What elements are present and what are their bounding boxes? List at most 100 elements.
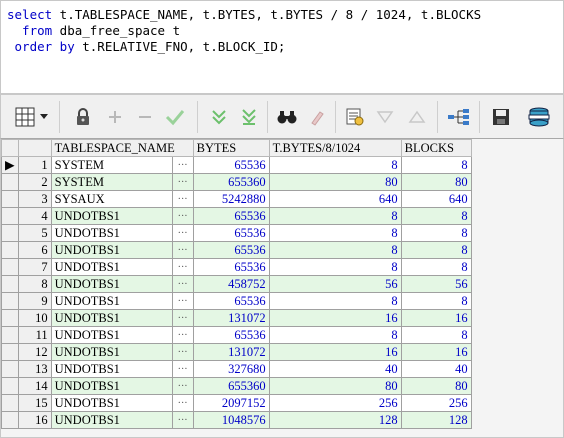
cell-editor-ellipsis[interactable]: ··· [171,309,194,327]
column-header-blocks[interactable]: BLOCKS [400,139,472,157]
grid-view-button[interactable] [11,103,39,131]
previous-record-button[interactable] [403,103,431,131]
cell-kb[interactable]: 16 [268,309,402,327]
cell-blocks[interactable]: 256 [400,394,472,412]
cell-bytes[interactable]: 131072 [192,309,270,327]
cell-kb[interactable]: 640 [268,190,402,208]
cell-tablespace-name[interactable]: UNDOTBS1 [50,309,173,327]
cell-bytes[interactable]: 458752 [192,275,270,293]
cell-tablespace-name[interactable]: UNDOTBS1 [50,360,173,378]
cell-editor-ellipsis[interactable]: ··· [171,190,194,208]
cell-blocks[interactable]: 8 [400,326,472,344]
table-row[interactable]: 4 UNDOTBS1 ··· 65536 8 8 [1,207,472,225]
cell-blocks[interactable]: 128 [400,411,472,429]
cell-editor-ellipsis[interactable]: ··· [171,258,194,276]
cell-bytes[interactable]: 1048576 [192,411,270,429]
cell-kb[interactable]: 8 [268,326,402,344]
cell-bytes[interactable]: 131072 [192,343,270,361]
delete-row-button[interactable] [131,103,159,131]
table-row[interactable]: 6 UNDOTBS1 ··· 65536 8 8 [1,241,472,259]
cell-editor-ellipsis[interactable]: ··· [171,343,194,361]
cell-kb[interactable]: 8 [268,292,402,310]
cell-bytes[interactable]: 65536 [192,156,270,174]
cell-editor-ellipsis[interactable]: ··· [171,207,194,225]
cell-bytes[interactable]: 65536 [192,241,270,259]
grid-view-dropdown[interactable] [37,103,51,131]
cell-blocks[interactable]: 8 [400,207,472,225]
cell-bytes[interactable]: 327680 [192,360,270,378]
cell-kb[interactable]: 8 [268,258,402,276]
cell-blocks[interactable]: 8 [400,258,472,276]
cell-tablespace-name[interactable]: UNDOTBS1 [50,377,173,395]
cell-kb[interactable]: 8 [268,156,402,174]
cell-tablespace-name[interactable]: UNDOTBS1 [50,326,173,344]
table-row[interactable]: 9 UNDOTBS1 ··· 65536 8 8 [1,292,472,310]
cell-blocks[interactable]: 8 [400,241,472,259]
cell-editor-ellipsis[interactable]: ··· [171,326,194,344]
cell-kb[interactable]: 40 [268,360,402,378]
cell-tablespace-name[interactable]: UNDOTBS1 [50,411,173,429]
column-header-tablespace-name[interactable]: TABLESPACE_NAME [50,139,194,157]
cell-kb[interactable]: 16 [268,343,402,361]
cell-tablespace-name[interactable]: SYSTEM [50,156,173,174]
cell-blocks[interactable]: 40 [400,360,472,378]
cell-editor-ellipsis[interactable]: ··· [171,360,194,378]
cell-tablespace-name[interactable]: UNDOTBS1 [50,394,173,412]
cell-bytes[interactable]: 655360 [192,377,270,395]
cell-blocks[interactable]: 8 [400,224,472,242]
table-row[interactable]: 15 UNDOTBS1 ··· 2097152 256 256 [1,394,472,412]
next-record-button[interactable] [371,103,399,131]
query-by-example-button[interactable] [341,103,369,131]
cell-editor-ellipsis[interactable]: ··· [171,275,194,293]
cell-blocks[interactable]: 80 [400,173,472,191]
cell-editor-ellipsis[interactable]: ··· [171,224,194,242]
cell-editor-ellipsis[interactable]: ··· [171,377,194,395]
cell-tablespace-name[interactable]: UNDOTBS1 [50,207,173,225]
cell-kb[interactable]: 80 [268,377,402,395]
table-row[interactable]: 2 SYSTEM ··· 655360 80 80 [1,173,472,191]
table-row[interactable]: 12 UNDOTBS1 ··· 131072 16 16 [1,343,472,361]
cell-bytes[interactable]: 65536 [192,326,270,344]
table-row[interactable]: 7 UNDOTBS1 ··· 65536 8 8 [1,258,472,276]
cell-editor-ellipsis[interactable]: ··· [171,156,194,174]
clear-button[interactable] [303,103,331,131]
cell-tablespace-name[interactable]: UNDOTBS1 [50,275,173,293]
cell-editor-ellipsis[interactable]: ··· [171,292,194,310]
cell-editor-ellipsis[interactable]: ··· [171,173,194,191]
save-button[interactable] [487,103,515,131]
cell-bytes[interactable]: 5242880 [192,190,270,208]
column-header-kb[interactable]: T.BYTES/8/1024 [268,139,402,157]
cell-bytes[interactable]: 65536 [192,292,270,310]
table-row[interactable]: 3 SYSAUX ··· 5242880 640 640 [1,190,472,208]
cell-kb[interactable]: 256 [268,394,402,412]
link-tree-button[interactable] [445,103,473,131]
fetch-last-page-button[interactable] [235,103,263,131]
add-row-button[interactable] [101,103,129,131]
cell-blocks[interactable]: 16 [400,309,472,327]
cell-kb[interactable]: 8 [268,241,402,259]
cell-tablespace-name[interactable]: UNDOTBS1 [50,241,173,259]
cell-kb[interactable]: 80 [268,173,402,191]
cell-tablespace-name[interactable]: UNDOTBS1 [50,224,173,242]
table-row[interactable]: 11 UNDOTBS1 ··· 65536 8 8 [1,326,472,344]
table-row[interactable]: 10 UNDOTBS1 ··· 131072 16 16 [1,309,472,327]
cell-editor-ellipsis[interactable]: ··· [171,241,194,259]
find-button[interactable] [273,103,301,131]
cell-editor-ellipsis[interactable]: ··· [171,394,194,412]
cell-blocks[interactable]: 8 [400,156,472,174]
table-row[interactable]: 8 UNDOTBS1 ··· 458752 56 56 [1,275,472,293]
column-header-bytes[interactable]: BYTES [192,139,270,157]
cell-bytes[interactable]: 65536 [192,207,270,225]
cell-kb[interactable]: 56 [268,275,402,293]
cell-blocks[interactable]: 56 [400,275,472,293]
cell-kb[interactable]: 8 [268,207,402,225]
cell-editor-ellipsis[interactable]: ··· [171,411,194,429]
table-row[interactable]: 16 UNDOTBS1 ··· 1048576 128 128 [1,411,472,429]
cell-bytes[interactable]: 65536 [192,258,270,276]
lock-button[interactable] [69,103,97,131]
cell-blocks[interactable]: 8 [400,292,472,310]
fetch-next-page-button[interactable] [205,103,233,131]
cell-bytes[interactable]: 655360 [192,173,270,191]
cell-kb[interactable]: 8 [268,224,402,242]
cell-tablespace-name[interactable]: SYSAUX [50,190,173,208]
